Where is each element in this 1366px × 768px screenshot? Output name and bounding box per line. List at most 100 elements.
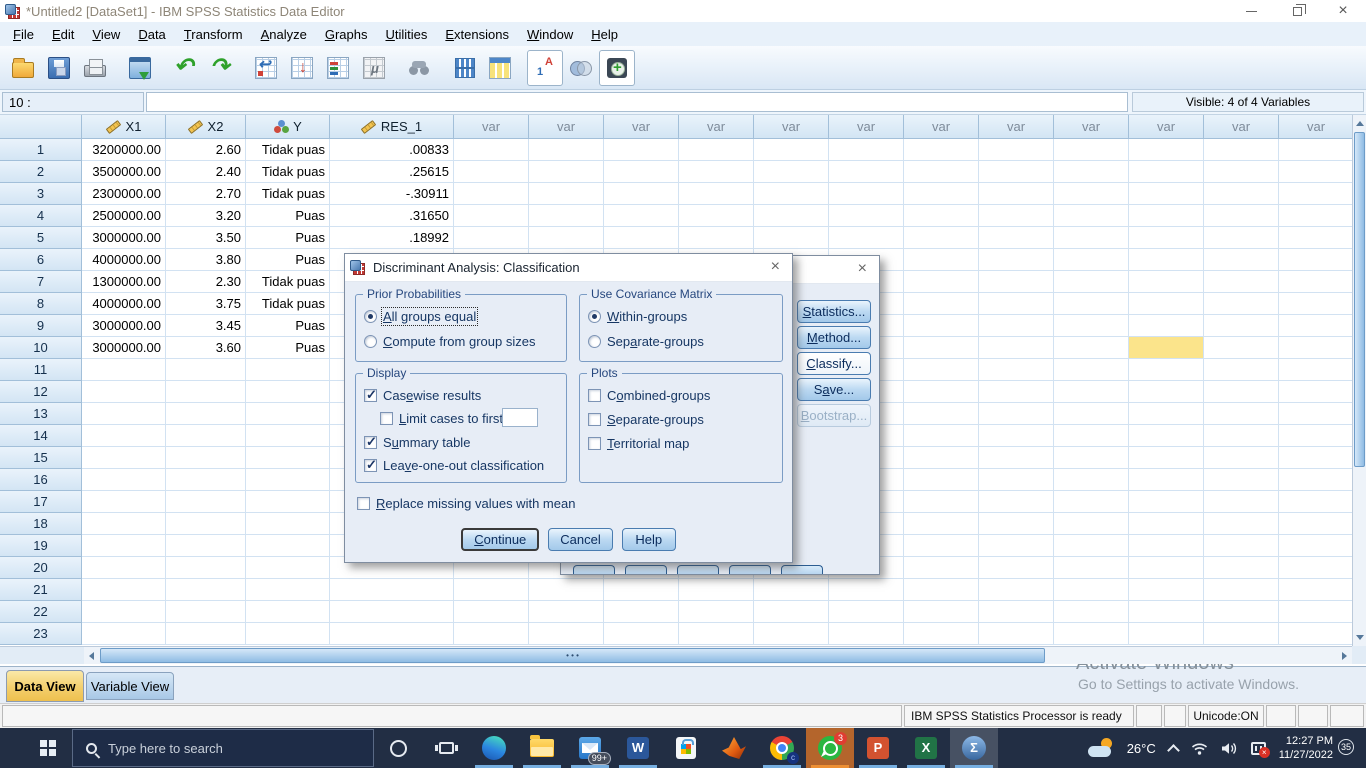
checkbox-icon[interactable] [357,497,370,510]
menu-view[interactable]: View [83,24,129,45]
row-header[interactable]: 10 [0,337,82,359]
menu-analyze[interactable]: Analyze [252,24,316,45]
grid-cell[interactable]: 3000000.00 [82,337,166,359]
grid-cell[interactable] [246,403,330,425]
grid-cell[interactable] [1054,491,1129,513]
grid-cell[interactable] [904,161,979,183]
split-file-button[interactable] [482,50,518,86]
undo-button[interactable] [167,50,203,86]
grid-cell[interactable] [1279,359,1352,381]
grid-cell[interactable] [904,403,979,425]
find-button[interactable] [401,50,437,86]
taskbar-app-excel[interactable] [902,728,950,768]
save-button[interactable] [41,50,77,86]
grid-cell[interactable] [246,381,330,403]
menu-utilities[interactable]: Utilities [376,24,436,45]
checkbox-territorial-map[interactable]: Territorial map [588,436,689,451]
grid-cell[interactable] [82,491,166,513]
grid-cell[interactable] [166,403,246,425]
grid-cell[interactable]: Tidak puas [246,161,330,183]
cell-editor[interactable] [146,92,1128,112]
grid-cell[interactable] [979,139,1054,161]
radio-within-groups[interactable]: Within-groups [588,309,687,324]
grid-cell[interactable] [166,425,246,447]
volume-icon[interactable] [1221,742,1238,755]
menu-file[interactable]: File [4,24,43,45]
grid-cell[interactable] [1204,425,1279,447]
grid-cell[interactable] [454,205,529,227]
radio-icon[interactable] [364,310,377,323]
grid-cell[interactable] [1054,425,1129,447]
grid-cell[interactable]: -.30911 [330,183,454,205]
taskbar-app-spss[interactable] [950,728,998,768]
restore-button[interactable] [1274,0,1320,22]
grid-cell[interactable] [1129,161,1204,183]
grid-cell[interactable] [1129,271,1204,293]
cell-reference-box[interactable]: 10 : [2,92,144,112]
grid-cell[interactable] [1279,183,1352,205]
grid-cell[interactable] [904,425,979,447]
grid-cell[interactable] [1129,601,1204,623]
grid-cell[interactable] [679,623,754,645]
grid-cell[interactable]: Puas [246,227,330,249]
grid-cell[interactable] [1279,227,1352,249]
grid-cell[interactable] [1204,315,1279,337]
grid-cell[interactable] [979,425,1054,447]
grid-cell[interactable] [829,161,904,183]
cortana-button[interactable] [374,728,422,768]
menu-edit[interactable]: Edit [43,24,83,45]
taskbar-app-mail[interactable]: 99+ [566,728,614,768]
grid-cell[interactable] [246,623,330,645]
grid-cell[interactable] [979,447,1054,469]
grid-cell[interactable] [1054,403,1129,425]
grid-cell[interactable] [1279,337,1352,359]
grid-cell[interactable] [1054,183,1129,205]
grid-cell[interactable] [904,557,979,579]
grid-cell[interactable] [246,579,330,601]
grid-cell[interactable] [904,271,979,293]
menu-data[interactable]: Data [129,24,174,45]
classify-button[interactable]: Classify... [797,352,871,375]
cancel-button[interactable]: Cancel [548,528,612,551]
scroll-left-icon[interactable] [89,652,94,660]
column-header-var[interactable]: var [1204,115,1279,139]
grid-cell[interactable] [1279,579,1352,601]
grid-cell[interactable] [1204,579,1279,601]
grid-cell[interactable] [1129,557,1204,579]
grid-cell[interactable] [604,579,679,601]
scroll-up-icon[interactable] [1356,121,1364,126]
grid-cell[interactable] [1204,623,1279,645]
column-header-var[interactable]: var [754,115,829,139]
grid-cell[interactable] [1129,447,1204,469]
grid-cell[interactable] [1204,161,1279,183]
grid-cell[interactable] [529,161,604,183]
grid-cell[interactable]: 4000000.00 [82,249,166,271]
grid-cell[interactable]: Puas [246,315,330,337]
menu-graphs[interactable]: Graphs [316,24,377,45]
grid-cell[interactable] [679,139,754,161]
grid-cell[interactable] [1279,161,1352,183]
horizontal-scroll-thumb[interactable] [100,648,1045,663]
grid-cell[interactable]: 3200000.00 [82,139,166,161]
grid-cell[interactable] [1129,139,1204,161]
row-header[interactable]: 20 [0,557,82,579]
row-header[interactable]: 21 [0,579,82,601]
grid-cell[interactable]: 1300000.00 [82,271,166,293]
variables-button[interactable] [320,50,356,86]
grid-cell[interactable] [1054,469,1129,491]
grid-cell[interactable]: Tidak puas [246,271,330,293]
grid-cell[interactable]: 3500000.00 [82,161,166,183]
column-header-var[interactable]: var [529,115,604,139]
checkbox-icon[interactable] [364,389,377,402]
grid-cell[interactable] [979,293,1054,315]
row-header[interactable]: 19 [0,535,82,557]
grid-cell[interactable] [604,601,679,623]
checkbox-icon[interactable] [364,436,377,449]
grid-cell[interactable] [529,601,604,623]
grid-cell[interactable] [904,601,979,623]
grid-cell[interactable] [166,601,246,623]
grid-cell[interactable]: 2.70 [166,183,246,205]
taskbar-app-word[interactable] [614,728,662,768]
grid-cell[interactable] [979,601,1054,623]
descriptives-button[interactable] [356,50,392,86]
